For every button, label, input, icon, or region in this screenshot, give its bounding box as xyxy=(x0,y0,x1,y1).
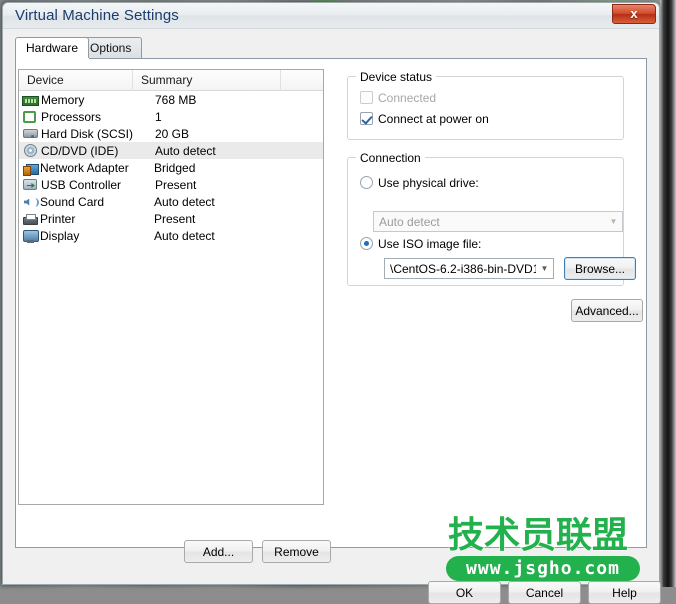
device-name: Sound Card xyxy=(40,194,105,209)
device-name: Memory xyxy=(41,92,85,107)
use-physical-drive-radio[interactable] xyxy=(360,176,373,189)
usb-controller-icon xyxy=(22,177,39,192)
use-iso-image-radio[interactable] xyxy=(360,237,373,250)
advanced-button[interactable]: Advanced... xyxy=(571,299,643,322)
device-list-header: Device Summary xyxy=(19,70,323,91)
device-summary: Present xyxy=(154,211,196,226)
browse-button[interactable]: Browse... xyxy=(564,257,636,280)
device-name: Network Adapter xyxy=(40,160,129,175)
chevron-down-icon[interactable]: ▼ xyxy=(536,259,553,278)
sound-card-icon xyxy=(23,196,40,209)
window-title: Virtual Machine Settings xyxy=(15,7,179,24)
use-iso-image-radio-row[interactable]: Use ISO image file: xyxy=(360,237,481,251)
printer-icon xyxy=(23,213,40,226)
list-item[interactable]: Display Auto detect xyxy=(19,227,323,244)
physical-drive-value: Auto detect xyxy=(379,214,440,229)
list-item[interactable]: Memory 768 MB xyxy=(19,91,323,108)
use-physical-drive-radio-row[interactable]: Use physical drive: xyxy=(360,176,479,190)
processor-icon xyxy=(22,109,39,124)
device-name: CD/DVD (IDE) xyxy=(41,143,119,158)
connected-checkbox[interactable] xyxy=(360,91,373,104)
list-item[interactable]: Hard Disk (SCSI) 20 GB xyxy=(19,125,323,142)
title-bar: Virtual Machine Settings x xyxy=(3,3,659,29)
add-button[interactable]: Add... xyxy=(184,540,253,563)
column-header-spacer xyxy=(281,70,323,91)
tab-seam-mask xyxy=(17,58,89,60)
device-summary: Auto detect xyxy=(155,143,216,158)
device-name: USB Controller xyxy=(41,177,122,192)
help-button[interactable]: Help xyxy=(588,581,661,604)
physical-drive-select[interactable]: Auto detect ▼ xyxy=(373,211,623,232)
device-name: Display xyxy=(40,228,80,243)
device-list[interactable]: Device Summary Memory 768 MB Processors … xyxy=(18,69,324,505)
device-name: Hard Disk (SCSI) xyxy=(41,126,134,141)
list-item[interactable]: Printer Present xyxy=(19,210,323,227)
network-adapter-icon xyxy=(23,162,40,176)
device-name: Processors xyxy=(41,109,102,124)
desktop-edge-shadow xyxy=(660,0,676,587)
column-header-device[interactable]: Device xyxy=(19,70,133,91)
connect-at-power-on-checkbox[interactable] xyxy=(360,112,373,125)
connected-label: Connected xyxy=(378,91,437,105)
list-item[interactable]: Network Adapter Bridged xyxy=(19,159,323,176)
hard-disk-icon xyxy=(22,126,39,141)
device-summary: Bridged xyxy=(154,160,196,175)
cd-dvd-icon xyxy=(22,143,39,158)
list-item-selected[interactable]: CD/DVD (IDE) Auto detect xyxy=(19,142,323,159)
column-header-summary[interactable]: Summary xyxy=(133,70,281,91)
remove-button[interactable]: Remove xyxy=(262,540,331,563)
device-status-legend: Device status xyxy=(356,70,437,84)
virtual-machine-settings-window: Virtual Machine Settings x Hardware Opti… xyxy=(2,2,661,604)
dialog-client-area: Hardware Options Device Summary Memory 7… xyxy=(3,29,661,604)
iso-path-select[interactable]: \CentOS-6.2-i386-bin-DVD1.iso ▼ xyxy=(384,258,554,279)
chevron-down-icon[interactable]: ▼ xyxy=(605,212,622,231)
device-status-group: Device status Connected Connect at power… xyxy=(347,70,624,140)
use-iso-image-label: Use ISO image file: xyxy=(378,237,482,251)
cancel-button[interactable]: Cancel xyxy=(508,581,581,604)
device-summary: Auto detect xyxy=(154,194,215,209)
device-name: Printer xyxy=(40,211,76,226)
use-physical-drive-label: Use physical drive: xyxy=(378,176,479,190)
tab-strip: Hardware Options xyxy=(15,37,647,59)
ok-button[interactable]: OK xyxy=(428,581,501,604)
connect-at-power-on-label: Connect at power on xyxy=(378,112,489,126)
list-item[interactable]: Sound Card Auto detect xyxy=(19,193,323,210)
iso-path-value[interactable]: \CentOS-6.2-i386-bin-DVD1.iso xyxy=(390,262,536,276)
list-item[interactable]: USB Controller Present xyxy=(19,176,323,193)
device-summary: 20 GB xyxy=(155,126,190,141)
connect-at-power-on-checkbox-row[interactable]: Connect at power on xyxy=(360,112,489,126)
display-icon xyxy=(23,229,40,243)
device-summary: Auto detect xyxy=(154,228,215,243)
memory-icon xyxy=(22,96,39,106)
tab-hardware[interactable]: Hardware xyxy=(15,37,90,59)
device-summary: 768 MB xyxy=(155,92,197,107)
connected-checkbox-row[interactable]: Connected xyxy=(360,91,436,105)
list-item[interactable]: Processors 1 xyxy=(19,108,323,125)
device-summary: Present xyxy=(155,177,197,192)
close-icon[interactable]: x xyxy=(612,4,656,24)
device-summary: 1 xyxy=(155,109,162,124)
connection-legend: Connection xyxy=(356,151,425,165)
